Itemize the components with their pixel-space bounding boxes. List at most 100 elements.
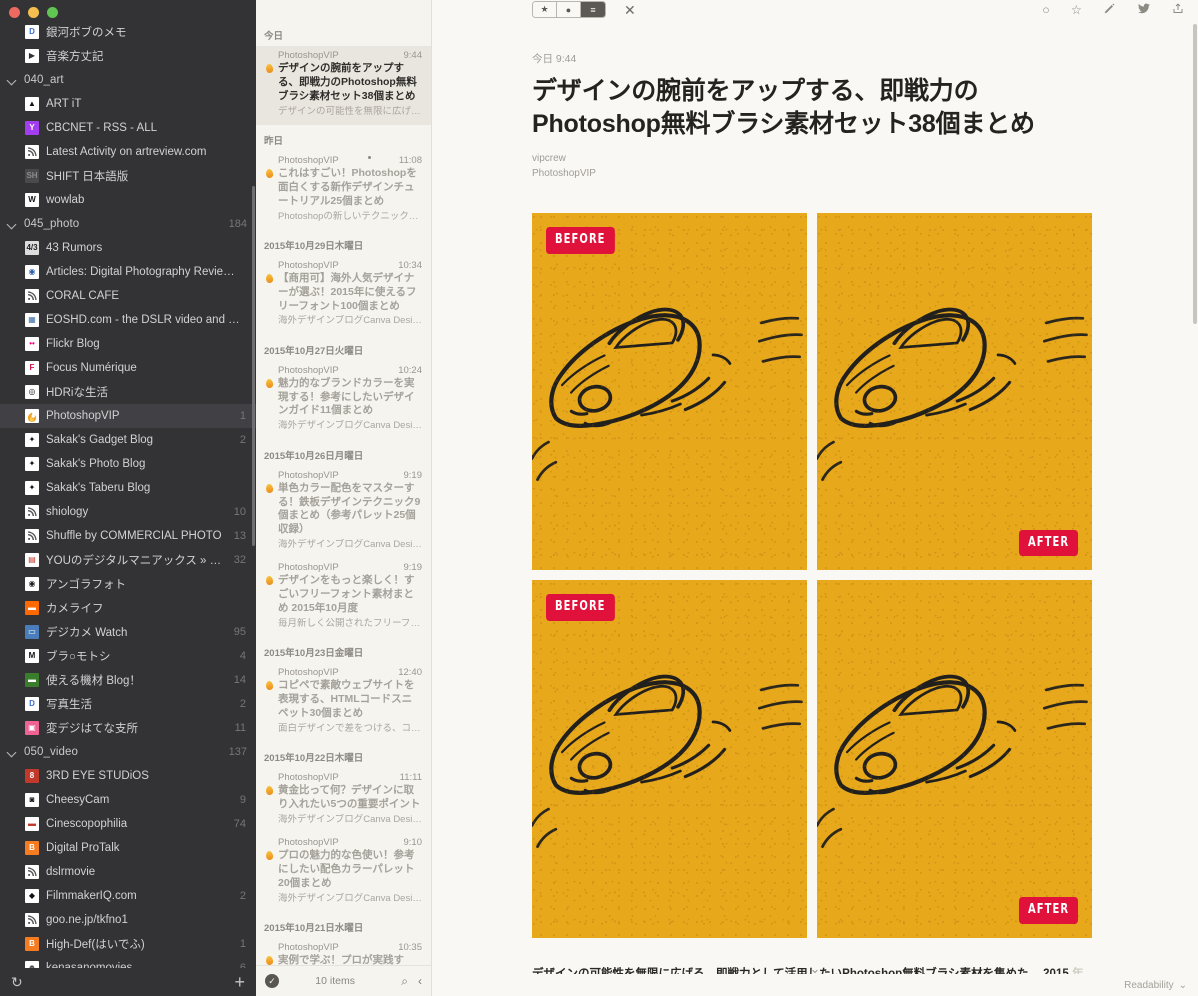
list-mode-controls: ★ ● ≡ ✕ bbox=[532, 1, 636, 18]
feed-unread-count: 32 bbox=[233, 554, 246, 566]
sidebar-item-Sakak's Taberu Blog[interactable]: ✦ Sakak's Taberu Blog bbox=[0, 476, 256, 500]
article-title: デザインの腕前をアップする、即戦力のPhotoshop無料ブラシ素材セット38個… bbox=[532, 77, 1035, 138]
feed-label: shiology bbox=[46, 506, 89, 518]
flame-icon bbox=[264, 849, 275, 861]
sidebar-item-3RD EYE STUDiOS[interactable]: 8 3RD EYE STUDiOS bbox=[0, 764, 256, 788]
sidebar-item-goo.ne.jp/tkfno1[interactable]: goo.ne.jp/tkfno1 bbox=[0, 908, 256, 932]
pinboard-icon[interactable] bbox=[1103, 2, 1116, 18]
sidebar-item-HDRiな生活[interactable]: ◎ HDRiな生活 bbox=[0, 380, 256, 404]
article-scrollbar[interactable] bbox=[1193, 24, 1197, 324]
segment-starred[interactable]: ★ bbox=[533, 2, 557, 17]
sidebar-item-アンゴラフォト[interactable]: ◉ アンゴラフォト bbox=[0, 572, 256, 596]
group-unread-count: 184 bbox=[228, 218, 247, 230]
feed-favicon: ◙ bbox=[25, 793, 39, 807]
mark-all-read-button[interactable]: ✓ bbox=[265, 974, 279, 988]
feed-label: 43 Rumors bbox=[46, 242, 103, 254]
readability-toggle[interactable]: Readability ⌄ bbox=[1124, 980, 1187, 991]
star-icon[interactable]: ☆ bbox=[1071, 4, 1082, 17]
sidebar-item-shiology[interactable]: shiology 10 bbox=[0, 500, 256, 524]
sidebar-item-FilmmakerIQ.com[interactable]: ◆ FilmmakerIQ.com 2 bbox=[0, 884, 256, 908]
feed-list[interactable]: D 銀河ボブのメモ ▶ 音楽方丈記 040_art ▲ ART iT Y CBCNET - RS… bbox=[0, 20, 256, 968]
feed-group-045_photo[interactable]: 045_photo 184 bbox=[0, 212, 256, 236]
article-list[interactable]: 今日 PhotoshopVIP 9:44 デザインの腕前をアップする、即戦力のPhot… bbox=[256, 20, 431, 965]
unread-circle-icon[interactable]: ○ bbox=[1042, 4, 1050, 17]
twitter-icon[interactable] bbox=[1137, 2, 1151, 18]
list-top-spacer bbox=[256, 0, 431, 20]
sidebar-item-変デジはてな支所[interactable]: ▣ 変デジはてな支所 11 bbox=[0, 716, 256, 740]
feed-label: 写真生活 bbox=[46, 699, 92, 711]
sidebar-item-Sakak's Photo Blog[interactable]: ✦ Sakak's Photo Blog bbox=[0, 452, 256, 476]
sidebar-item-EOSHD.com - the DSLR video and digital film…[interactable]: ▦ EOSHD.com - the DSLR video and digital … bbox=[0, 308, 256, 332]
sidebar-item-Sakak's Gadget Blog[interactable]: ✦ Sakak's Gadget Blog 2 bbox=[0, 428, 256, 452]
sidebar-scrollbar[interactable] bbox=[252, 186, 255, 546]
article-list-column: 今日 PhotoshopVIP 9:44 デザインの腕前をアップする、即戦力のPhot… bbox=[256, 0, 432, 996]
feed-favicon: ✦ bbox=[25, 457, 39, 471]
sidebar-item-wowlab[interactable]: Wwowlab bbox=[0, 188, 256, 212]
list-item[interactable]: PhotoshopVIP 9:19 単色カラー配色をマスターする！鉄板デザインテクニ… bbox=[256, 466, 431, 559]
sidebar-item-Digital ProTalk[interactable]: B Digital ProTalk bbox=[0, 836, 256, 860]
sidebar-item-Cinescopophilia[interactable]: ▬ Cinescopophilia 74 bbox=[0, 812, 256, 836]
feed-label: Sakak's Taberu Blog bbox=[46, 482, 151, 494]
sidebar-item-CBCNET - RSS - ALL[interactable]: Y CBCNET - RSS - ALL bbox=[0, 116, 256, 140]
item-snippet: デザインの可能性を無限に広げる、即戦力… bbox=[278, 105, 422, 117]
search-icon[interactable]: ⌕ bbox=[401, 975, 408, 987]
feed-favicon: ◆ bbox=[25, 889, 39, 903]
feed-favicon: F bbox=[25, 361, 39, 375]
sidebar-item-デジカメ Watch[interactable]: ▭ デジカメ Watch 95 bbox=[0, 620, 256, 644]
list-item[interactable]: PhotoshopVIP 9:10 プロの魅力的な色使い！参考にしたい配色カラーパレ… bbox=[256, 833, 431, 912]
article-pane: ○ ☆ ★ ● ≡ ✕ 今日 9:44 デザインの腕前をアップする、即戦力のPh… bbox=[432, 0, 1198, 996]
feed-group-050_video[interactable]: 050_video 137 bbox=[0, 740, 256, 764]
sidebar-item-Flickr Blog[interactable]: •• Flickr Blog bbox=[0, 332, 256, 356]
feed-favicon: ▲ bbox=[25, 97, 39, 111]
collapse-icon[interactable]: ‹ bbox=[418, 975, 422, 987]
sidebar-item-カメライフ[interactable]: ▬ カメライフ bbox=[0, 596, 256, 620]
sidebar-item-High-Def(はいでふ)[interactable]: B High-Def(はいでふ) 1 bbox=[0, 932, 256, 956]
sidebar-item-写真生活[interactable]: D 写真生活 2 bbox=[0, 692, 256, 716]
sidebar-item-Articles: Digital Photography Review (dprevie…[interactable]: ◉ Articles: Digital Photography Review (d… bbox=[0, 260, 256, 284]
list-item[interactable]: PhotoshopVIP 9:19 デザインをもっと楽しく！すごいフリーフォント素材… bbox=[256, 558, 431, 637]
chevron-down-icon[interactable] bbox=[6, 74, 19, 87]
sidebar-item-使える機材 Blog！[interactable]: ▬ 使える機材 Blog！ 14 bbox=[0, 668, 256, 692]
feed-group-040_art[interactable]: 040_art bbox=[0, 68, 256, 92]
sidebar-item-CORAL CAFE[interactable]: CORAL CAFE bbox=[0, 284, 256, 308]
sidebar-item-CheesyCam[interactable]: ◙ CheesyCam 9 bbox=[0, 788, 256, 812]
sidebar-item-Focus Numérique[interactable]: F Focus Numérique bbox=[0, 356, 256, 380]
article-image-grid: BEFORE AFTER BEFORE AFTER bbox=[532, 213, 1092, 938]
chevron-down-icon[interactable] bbox=[6, 218, 19, 231]
list-item[interactable]: PhotoshopVIP 12:40 コピペで素敵ウェブサイトを表現する、HTMLコ… bbox=[256, 663, 431, 742]
sidebar-item-SHIFT 日本語版[interactable]: SH SHIFT 日本語版 bbox=[0, 164, 256, 188]
sidebar-item-kenasanomovies[interactable]: ☻ kenasanomovies 6 bbox=[0, 956, 256, 968]
zoom-window-button[interactable] bbox=[47, 7, 58, 18]
sidebar-item-YOUのデジタルマニアックス » YOUのデジタル…[interactable]: ▤ YOUのデジタルマニアックス » YOUのデジタル…32 bbox=[0, 548, 256, 572]
sidebar-item-PhotoshopVIP[interactable]: PhotoshopVIP 1 bbox=[0, 404, 256, 428]
list-item[interactable]: PhotoshopVIP 10:24 魅力的なブランドカラーを実現する！参考にしたい… bbox=[256, 361, 431, 440]
chevron-down-icon[interactable] bbox=[6, 746, 19, 759]
feed-favicon: ▬ bbox=[25, 817, 39, 831]
sidebar-item-銀河ボブのメモ[interactable]: D 銀河ボブのメモ bbox=[0, 20, 256, 44]
share-icon[interactable] bbox=[1172, 2, 1184, 18]
list-item[interactable]: PhotoshopVIP 9:44 デザインの腕前をアップする、即戦力のPhotos… bbox=[256, 46, 431, 125]
segment-unread[interactable]: ● bbox=[557, 2, 581, 17]
sidebar-item-音楽方丈記[interactable]: ▶ 音楽方丈記 bbox=[0, 44, 256, 68]
refresh-icon[interactable]: ↻ bbox=[11, 975, 23, 989]
close-icon[interactable]: ✕ bbox=[624, 3, 636, 17]
feed-label: 変デジはてな支所 bbox=[46, 723, 138, 735]
list-item[interactable]: PhotoshopVIP 10:35実例で学ぶ！プロが実践する、ぼかしエフェクトを… bbox=[256, 938, 431, 965]
sidebar-item-ART iT[interactable]: ▲ ART iT bbox=[0, 92, 256, 116]
list-item[interactable]: PhotoshopVIP 11:08 これはすごい！Photoshopを面白くする新… bbox=[256, 151, 431, 230]
item-time: 10:24 bbox=[398, 364, 422, 376]
sidebar-item-ブラ○モトシ[interactable]: M ブラ○モトシ 4 bbox=[0, 644, 256, 668]
segment-all[interactable]: ≡ bbox=[581, 2, 605, 17]
view-mode-segmented-control[interactable]: ★ ● ≡ bbox=[532, 1, 606, 18]
list-item[interactable]: PhotoshopVIP 11:11 黄金比って何？デザインに取り入れたい5つの重要… bbox=[256, 768, 431, 833]
list-item[interactable]: PhotoshopVIP 10:34 【商用可】海外人気デザイナーが選ぶ！2015年… bbox=[256, 256, 431, 335]
sidebar-item-dslrmovie[interactable]: dslrmovie bbox=[0, 860, 256, 884]
close-window-button[interactable] bbox=[9, 7, 20, 18]
sidebar-item-Shuffle by COMMERCIAL PHOTO[interactable]: Shuffle by COMMERCIAL PHOTO 13 bbox=[0, 524, 256, 548]
minimize-window-button[interactable] bbox=[28, 7, 39, 18]
sidebar-item-43 Rumors[interactable]: 4/3 43 Rumors bbox=[0, 236, 256, 260]
add-feed-icon[interactable]: + bbox=[234, 973, 245, 991]
sidebar-item-Latest Activity on artreview.com[interactable]: Latest Activity on artreview.com bbox=[0, 140, 256, 164]
chevron-down-icon[interactable]: ⌄ bbox=[810, 962, 821, 975]
article-scroll-area[interactable]: 今日 9:44 デザインの腕前をアップする、即戦力のPhotoshop無料ブラシ… bbox=[432, 20, 1192, 974]
